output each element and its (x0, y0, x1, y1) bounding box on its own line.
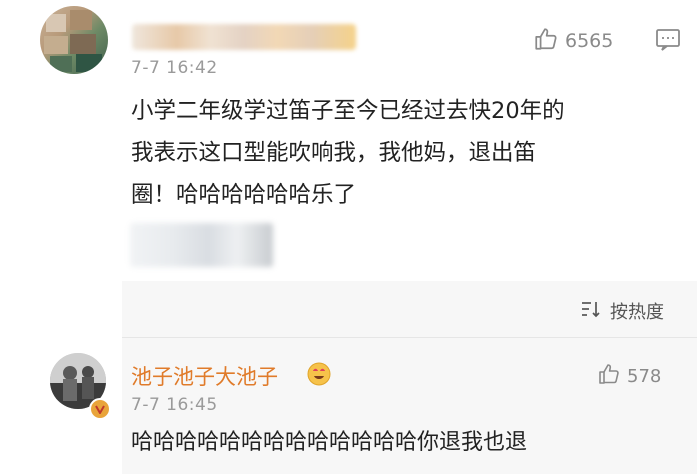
thumbs-up-icon (533, 26, 559, 57)
commenter-name-blurred[interactable] (132, 24, 356, 50)
reply-like-button[interactable]: 578 (597, 362, 661, 391)
comment-like-count: 6565 (565, 30, 614, 52)
reply-text: 哈哈哈哈哈哈哈哈哈哈哈哈哈你退我也退 (131, 430, 528, 455)
comment-text-line: 圈！哈哈哈哈哈哈乐了 (131, 182, 357, 208)
blurred-attachment[interactable] (130, 223, 273, 267)
comment-text-line: 我表示这口型能吹响我，我他妈，退出笛 (131, 140, 537, 166)
comment-timestamp: 7-7 16:42 (131, 58, 218, 78)
divider (122, 337, 697, 338)
comment-text: 小学二年级学过笛子至今已经过去快20年的 我表示这口型能吹响我，我他妈，退出笛 … (131, 90, 676, 216)
reply-like-count: 578 (627, 366, 662, 387)
sort-label: 按热度 (610, 302, 664, 323)
verified-badge-icon (89, 398, 111, 420)
comment-text-line: 小学二年级学过笛子至今已经过去快20年的 (131, 98, 565, 124)
comment-icon[interactable] (655, 28, 681, 56)
comment-like-button[interactable]: 6565 (533, 27, 613, 55)
thumbs-up-icon (597, 362, 621, 391)
reply-author-name[interactable]: 池子池子大池子 (131, 361, 278, 391)
commenter-avatar[interactable] (40, 6, 108, 74)
sort-by-hot-button[interactable]: 按热度 (580, 298, 664, 324)
sort-icon (580, 299, 602, 324)
reply-timestamp: 7-7 16:45 (131, 395, 218, 415)
emoji-icon (306, 360, 332, 390)
